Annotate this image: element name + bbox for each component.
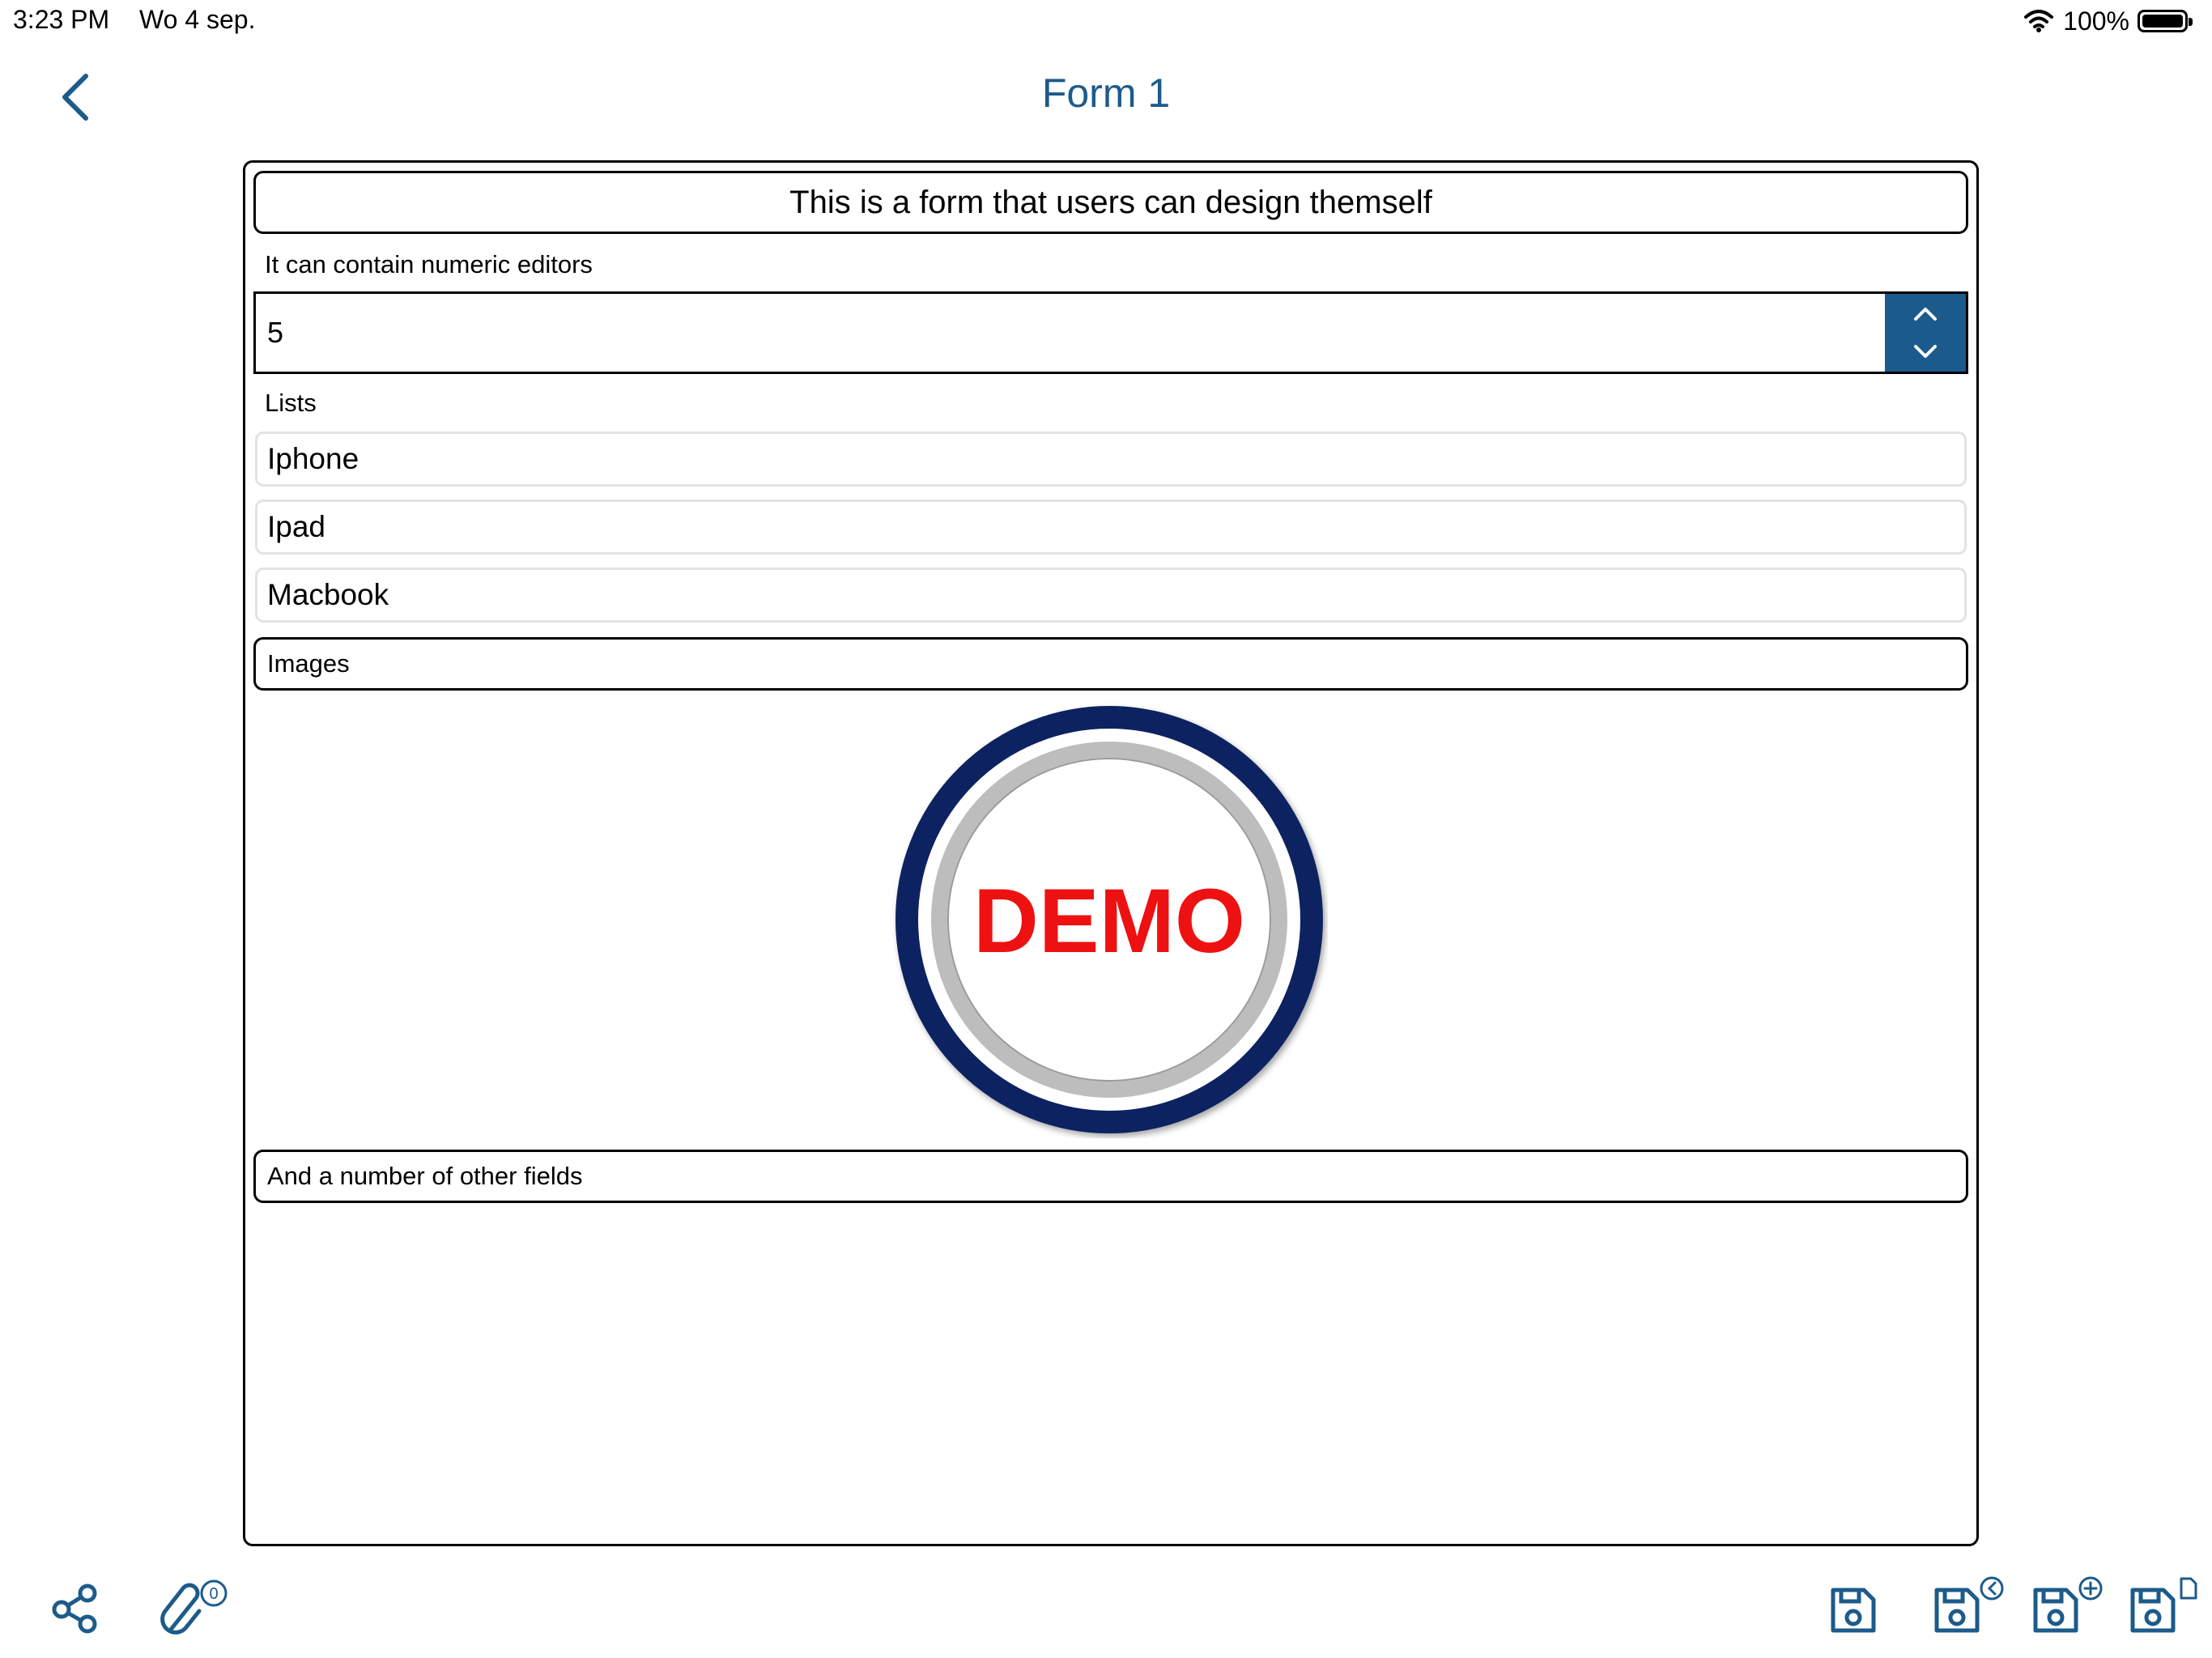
save-as-document-icon (2130, 1577, 2197, 1633)
demo-image[interactable]: DEMO (891, 701, 1328, 1138)
share-button[interactable] (47, 1579, 105, 1641)
status-date: Wo 4 sep. (139, 5, 256, 34)
share-icon (52, 1584, 97, 1634)
page-title: Form 1 (1041, 70, 1171, 116)
save-and-new-button[interactable] (2029, 1575, 2107, 1641)
lists-label: Lists (265, 389, 317, 417)
attachments-button[interactable]: 0 (159, 1579, 232, 1640)
list-item-macbook[interactable]: Macbook (255, 568, 1967, 623)
save-and-back-button[interactable] (1930, 1575, 2008, 1641)
battery-icon (2138, 10, 2193, 32)
save-new-icon (2033, 1576, 2103, 1633)
decrement-button[interactable] (1885, 333, 1966, 372)
increment-button[interactable] (1885, 294, 1966, 333)
numeric-editor-label: It can contain numeric editors (265, 250, 593, 278)
form-title: This is a form that users can design the… (253, 171, 1968, 234)
battery-percent: 100% (2063, 6, 2129, 36)
list-item-iphone[interactable]: Iphone (255, 432, 1967, 487)
status-bar: 3:23 PM Wo 4 sep. 100% (0, 0, 2212, 42)
status-indicators: 100% (2023, 5, 2193, 37)
attachment-count: 0 (209, 1585, 218, 1603)
demo-text: DEMO (973, 870, 1245, 971)
numeric-editor[interactable]: 5 (253, 291, 1968, 374)
wifi-icon (2024, 10, 2054, 32)
quantity-stepper[interactable] (1885, 294, 1966, 372)
chevron-down-icon (1914, 345, 1937, 358)
numeric-value-input[interactable]: 5 (267, 294, 283, 372)
images-section-header: Images (253, 637, 1968, 691)
save-back-icon (1934, 1576, 2004, 1633)
attachment-count-badge: 0 (200, 1579, 228, 1607)
save-button[interactable] (1827, 1584, 1880, 1641)
save-as-document-button[interactable] (2126, 1575, 2204, 1641)
save-icon (1831, 1588, 1876, 1633)
other-fields-header: And a number of other fields (253, 1150, 1968, 1203)
status-time: 3:23 PM (13, 5, 110, 34)
chevron-up-icon (1914, 308, 1937, 321)
list-item-ipad[interactable]: Ipad (255, 500, 1967, 555)
